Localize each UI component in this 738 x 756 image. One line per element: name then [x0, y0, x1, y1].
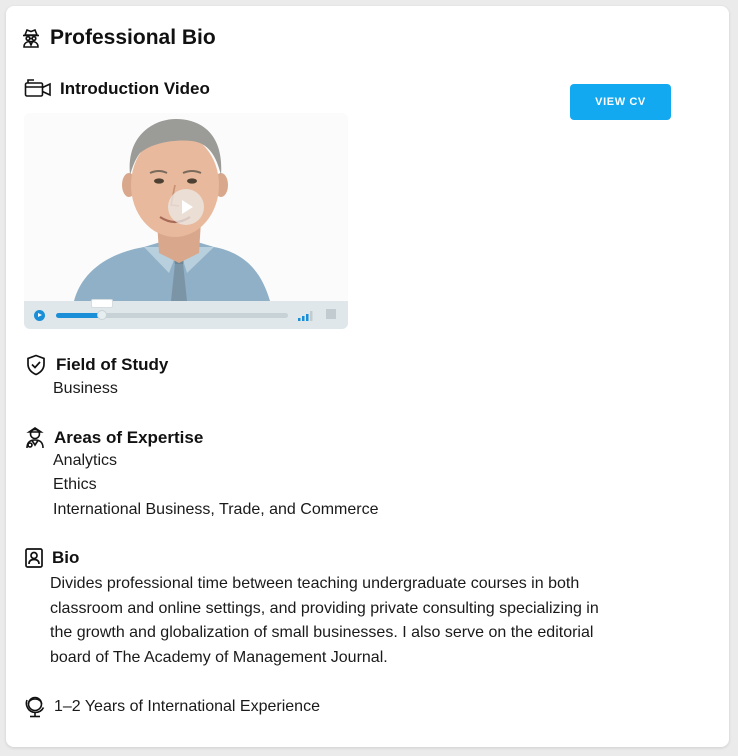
expertise-item: Analytics	[53, 452, 118, 469]
video-progress-fill	[56, 313, 103, 318]
experience-text: 1–2 Years of International Experience	[54, 698, 320, 715]
card-header: Professional Bio	[20, 26, 216, 50]
bio-line: classroom and online settings, and provi…	[50, 599, 599, 617]
experience-row: 1–2 Years of International Experience	[24, 695, 320, 719]
spy-agent-icon	[20, 27, 42, 49]
bio-line: board of The Academy of Management Journ…	[50, 648, 388, 666]
areas-of-expertise-header: Areas of Expertise	[24, 426, 203, 450]
page-title: Professional Bio	[50, 26, 216, 49]
video-progress-handle[interactable]	[97, 310, 108, 320]
play-button[interactable]	[34, 310, 45, 321]
intro-video-label: Introduction Video	[60, 79, 210, 98]
expertise-item: International Business, Trade, and Comme…	[53, 501, 379, 518]
expertise-item: Ethics	[53, 476, 97, 493]
video-camera-icon	[24, 78, 52, 100]
video-play-overlay-button[interactable]	[168, 189, 204, 225]
shield-check-icon	[24, 353, 48, 377]
view-cv-button[interactable]: VIEW CV	[570, 84, 671, 120]
fullscreen-icon[interactable]	[326, 309, 336, 319]
volume-icon[interactable]	[297, 309, 315, 327]
intro-video-player[interactable]	[24, 113, 348, 329]
time-tooltip	[91, 299, 114, 308]
bio-text: Divides professional time between teachi…	[50, 572, 710, 670]
video-progress-track[interactable]	[56, 299, 288, 320]
expert-person-icon	[24, 426, 46, 450]
bio-label: Bio	[52, 548, 80, 567]
bio-header: Bio	[24, 547, 79, 569]
bio-line: Divides professional time between teachi…	[50, 575, 580, 592]
video-controls-bar	[24, 299, 348, 329]
field-of-study-value: Business	[53, 380, 118, 397]
field-of-study-header: Field of Study	[24, 353, 168, 377]
field-of-study-label: Field of Study	[56, 355, 169, 374]
bio-line: the growth and globalization of small bu…	[50, 624, 594, 641]
id-badge-icon	[24, 547, 44, 569]
areas-of-expertise-label: Areas of Expertise	[54, 428, 204, 447]
intro-video-header: Introduction Video	[24, 78, 210, 100]
professional-bio-card: Professional Bio Introduction Video VIEW…	[6, 6, 729, 747]
globe-stand-icon	[24, 695, 46, 719]
